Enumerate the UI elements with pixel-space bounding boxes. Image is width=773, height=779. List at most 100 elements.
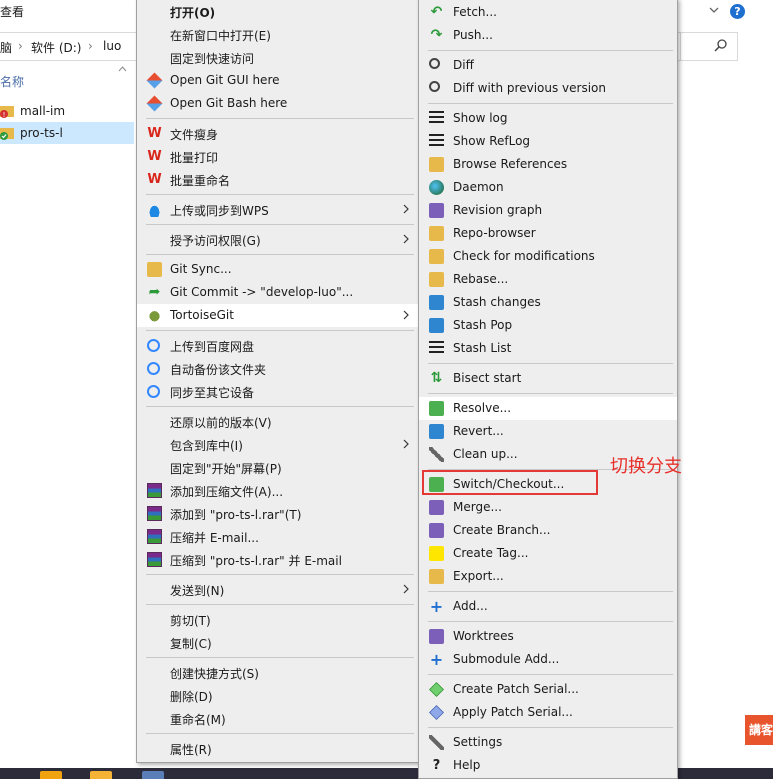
menu-item-label: 固定到"开始"屏幕(P) — [170, 462, 282, 476]
menu-item-label: Daemon — [453, 180, 504, 194]
menu-item-删除-d[interactable]: 删除(D) — [137, 684, 418, 707]
menu-item-打开-o[interactable]: 打开(O) — [137, 0, 418, 23]
menu-item-批量重命名[interactable]: W 批量重命名 — [137, 168, 418, 191]
repo-browser-icon — [429, 226, 444, 241]
menu-item-diff[interactable]: Diff — [419, 54, 677, 77]
menu-item-label: 打开(O) — [170, 6, 216, 20]
menu-item-压缩并-e-mail[interactable]: 压缩并 E-mail... — [137, 525, 418, 548]
menu-item-创建快捷方式-s[interactable]: 创建快捷方式(S) — [137, 661, 418, 684]
annotation-label: 切换分支 — [610, 456, 682, 477]
menu-item-stash-pop[interactable]: Stash Pop — [419, 314, 677, 337]
menu-item-revert[interactable]: Revert... — [419, 420, 677, 443]
taskbar-app-icon[interactable] — [142, 771, 164, 779]
menu-item-label: Submodule Add... — [453, 652, 560, 666]
menu-item-browse-references[interactable]: Browse References — [419, 153, 677, 176]
menu-item-上传到百度网盘[interactable]: 上传到百度网盘 — [137, 334, 418, 357]
menu-item-daemon[interactable]: Daemon — [419, 176, 677, 199]
menu-item-tortoisegit[interactable]: TortoiseGit — [137, 304, 418, 327]
menu-item-label: Stash Pop — [453, 318, 513, 332]
submenu-arrow-icon — [403, 439, 409, 449]
menu-item-固定到快速访问[interactable]: 固定到快速访问 — [137, 46, 418, 69]
menu-item-复制-c[interactable]: 复制(C) — [137, 631, 418, 654]
menu-separator — [146, 194, 414, 195]
svg-text:!: ! — [3, 111, 6, 118]
chevron-down-icon[interactable] — [709, 5, 719, 15]
promo-badge[interactable]: 講客 — [745, 715, 773, 745]
menu-item-check-for-modifications[interactable]: Check for modifications — [419, 245, 677, 268]
menu-item-label: 属性(R) — [170, 743, 212, 757]
menu-item-label: Show RefLog — [453, 134, 531, 148]
baidu-icon — [147, 362, 160, 375]
menu-item-同步至其它设备[interactable]: 同步至其它设备 — [137, 380, 418, 403]
menu-item-open-git-bash-here[interactable]: Open Git Bash here — [137, 92, 418, 115]
menu-item-open-git-gui-here[interactable]: Open Git GUI here — [137, 69, 418, 92]
menu-item-add[interactable]: + Add... — [419, 595, 677, 618]
menu-item-help[interactable]: ? Help — [419, 754, 677, 777]
taskbar-app-icon[interactable] — [90, 771, 112, 779]
menu-item-批量打印[interactable]: W 批量打印 — [137, 145, 418, 168]
list-item[interactable]: ! mall-im — [0, 100, 134, 122]
git-sync-icon — [147, 262, 162, 277]
menu-item-label: Create Branch... — [453, 523, 551, 537]
menu-item-重命名-m[interactable]: 重命名(M) — [137, 707, 418, 730]
menu-item-label: Revision graph — [453, 203, 543, 217]
menu-item-repo-browser[interactable]: Repo-browser — [419, 222, 677, 245]
git-icon — [146, 72, 163, 89]
menu-item-show-log[interactable]: Show log — [419, 107, 677, 130]
menu-item-label: Settings — [453, 735, 503, 749]
menu-item-上传或同步到wps[interactable]: 上传或同步到WPS — [137, 198, 418, 221]
breadcrumb-separator: › — [18, 39, 23, 53]
menu-item-label: Fetch... — [453, 5, 497, 19]
breadcrumb-item[interactable]: 软件 (D:) — [31, 39, 81, 56]
menu-item-授予访问权限-g[interactable]: 授予访问权限(G) — [137, 228, 418, 251]
menu-item-fetch[interactable]: ↶ Fetch... — [419, 1, 677, 24]
search-icon[interactable] — [714, 38, 728, 52]
menu-item-bisect-start[interactable]: ⇅ Bisect start — [419, 367, 677, 390]
menu-item-添加到-pro-ts-l-rar-t[interactable]: 添加到 "pro-ts-l.rar"(T) — [137, 502, 418, 525]
menu-item-剪切-t[interactable]: 剪切(T) — [137, 608, 418, 631]
wps-icon: W — [147, 126, 162, 141]
breadcrumb-separator: › — [88, 39, 93, 53]
menu-item-create-patch-serial[interactable]: Create Patch Serial... — [419, 678, 677, 701]
taskbar-app-icon[interactable] — [40, 771, 62, 779]
menu-item-settings[interactable]: Settings — [419, 731, 677, 754]
menu-item-自动备份该文件夹[interactable]: 自动备份该文件夹 — [137, 357, 418, 380]
menu-item-在新窗口中打开-e[interactable]: 在新窗口中打开(E) — [137, 23, 418, 46]
column-header-name[interactable]: 名称 — [0, 73, 24, 90]
menu-item-stash-list[interactable]: Stash List — [419, 337, 677, 360]
menu-item-create-branch[interactable]: Create Branch... — [419, 519, 677, 542]
menu-separator — [146, 574, 414, 575]
list-item-selected[interactable]: pro-ts-l — [0, 122, 134, 144]
menu-item-apply-patch-serial[interactable]: Apply Patch Serial... — [419, 701, 677, 724]
scrollbar[interactable] — [765, 60, 773, 700]
menu-item-rebase[interactable]: Rebase... — [419, 268, 677, 291]
menu-item-压缩到-pro-ts-l-rar-并-e-mail[interactable]: 压缩到 "pro-ts-l.rar" 并 E-mail — [137, 548, 418, 571]
menu-item-resolve[interactable]: Resolve... — [419, 397, 677, 420]
menu-item-revision-graph[interactable]: Revision graph — [419, 199, 677, 222]
menu-item-submodule-add[interactable]: + Submodule Add... — [419, 648, 677, 671]
revert-icon — [429, 424, 444, 439]
search-box[interactable] — [680, 32, 738, 61]
menu-item-git-sync[interactable]: Git Sync... — [137, 258, 418, 281]
menu-item-merge[interactable]: Merge... — [419, 496, 677, 519]
menu-item-包含到库中-i[interactable]: 包含到库中(I) — [137, 433, 418, 456]
menu-item-stash-changes[interactable]: Stash changes — [419, 291, 677, 314]
menu-item-属性-r[interactable]: 属性(R) — [137, 737, 418, 760]
breadcrumb-item[interactable]: luo — [103, 39, 121, 53]
menu-item-git-commit-develop-luo[interactable]: ➦ Git Commit -> "develop-luo"... — [137, 281, 418, 304]
menu-item-create-tag[interactable]: Create Tag... — [419, 542, 677, 565]
menu-item-label: Git Commit -> "develop-luo"... — [170, 285, 354, 299]
menu-item-文件瘦身[interactable]: W 文件瘦身 — [137, 122, 418, 145]
help-icon[interactable]: ? — [730, 4, 745, 19]
menu-item-worktrees[interactable]: Worktrees — [419, 625, 677, 648]
menu-item-push[interactable]: ↷ Push... — [419, 24, 677, 47]
ribbon-tab-view[interactable]: 查看 — [0, 3, 24, 20]
breadcrumb-item[interactable]: 脑 — [0, 39, 12, 56]
menu-item-diff-with-previous-version[interactable]: Diff with previous version — [419, 77, 677, 100]
menu-item-还原以前的版本-v[interactable]: 还原以前的版本(V) — [137, 410, 418, 433]
menu-item-固定到-开始-屏幕-p[interactable]: 固定到"开始"屏幕(P) — [137, 456, 418, 479]
menu-item-添加到压缩文件-a[interactable]: 添加到压缩文件(A)... — [137, 479, 418, 502]
menu-item-export[interactable]: Export... — [419, 565, 677, 588]
menu-item-发送到-n[interactable]: 发送到(N) — [137, 578, 418, 601]
menu-item-show-reflog[interactable]: Show RefLog — [419, 130, 677, 153]
